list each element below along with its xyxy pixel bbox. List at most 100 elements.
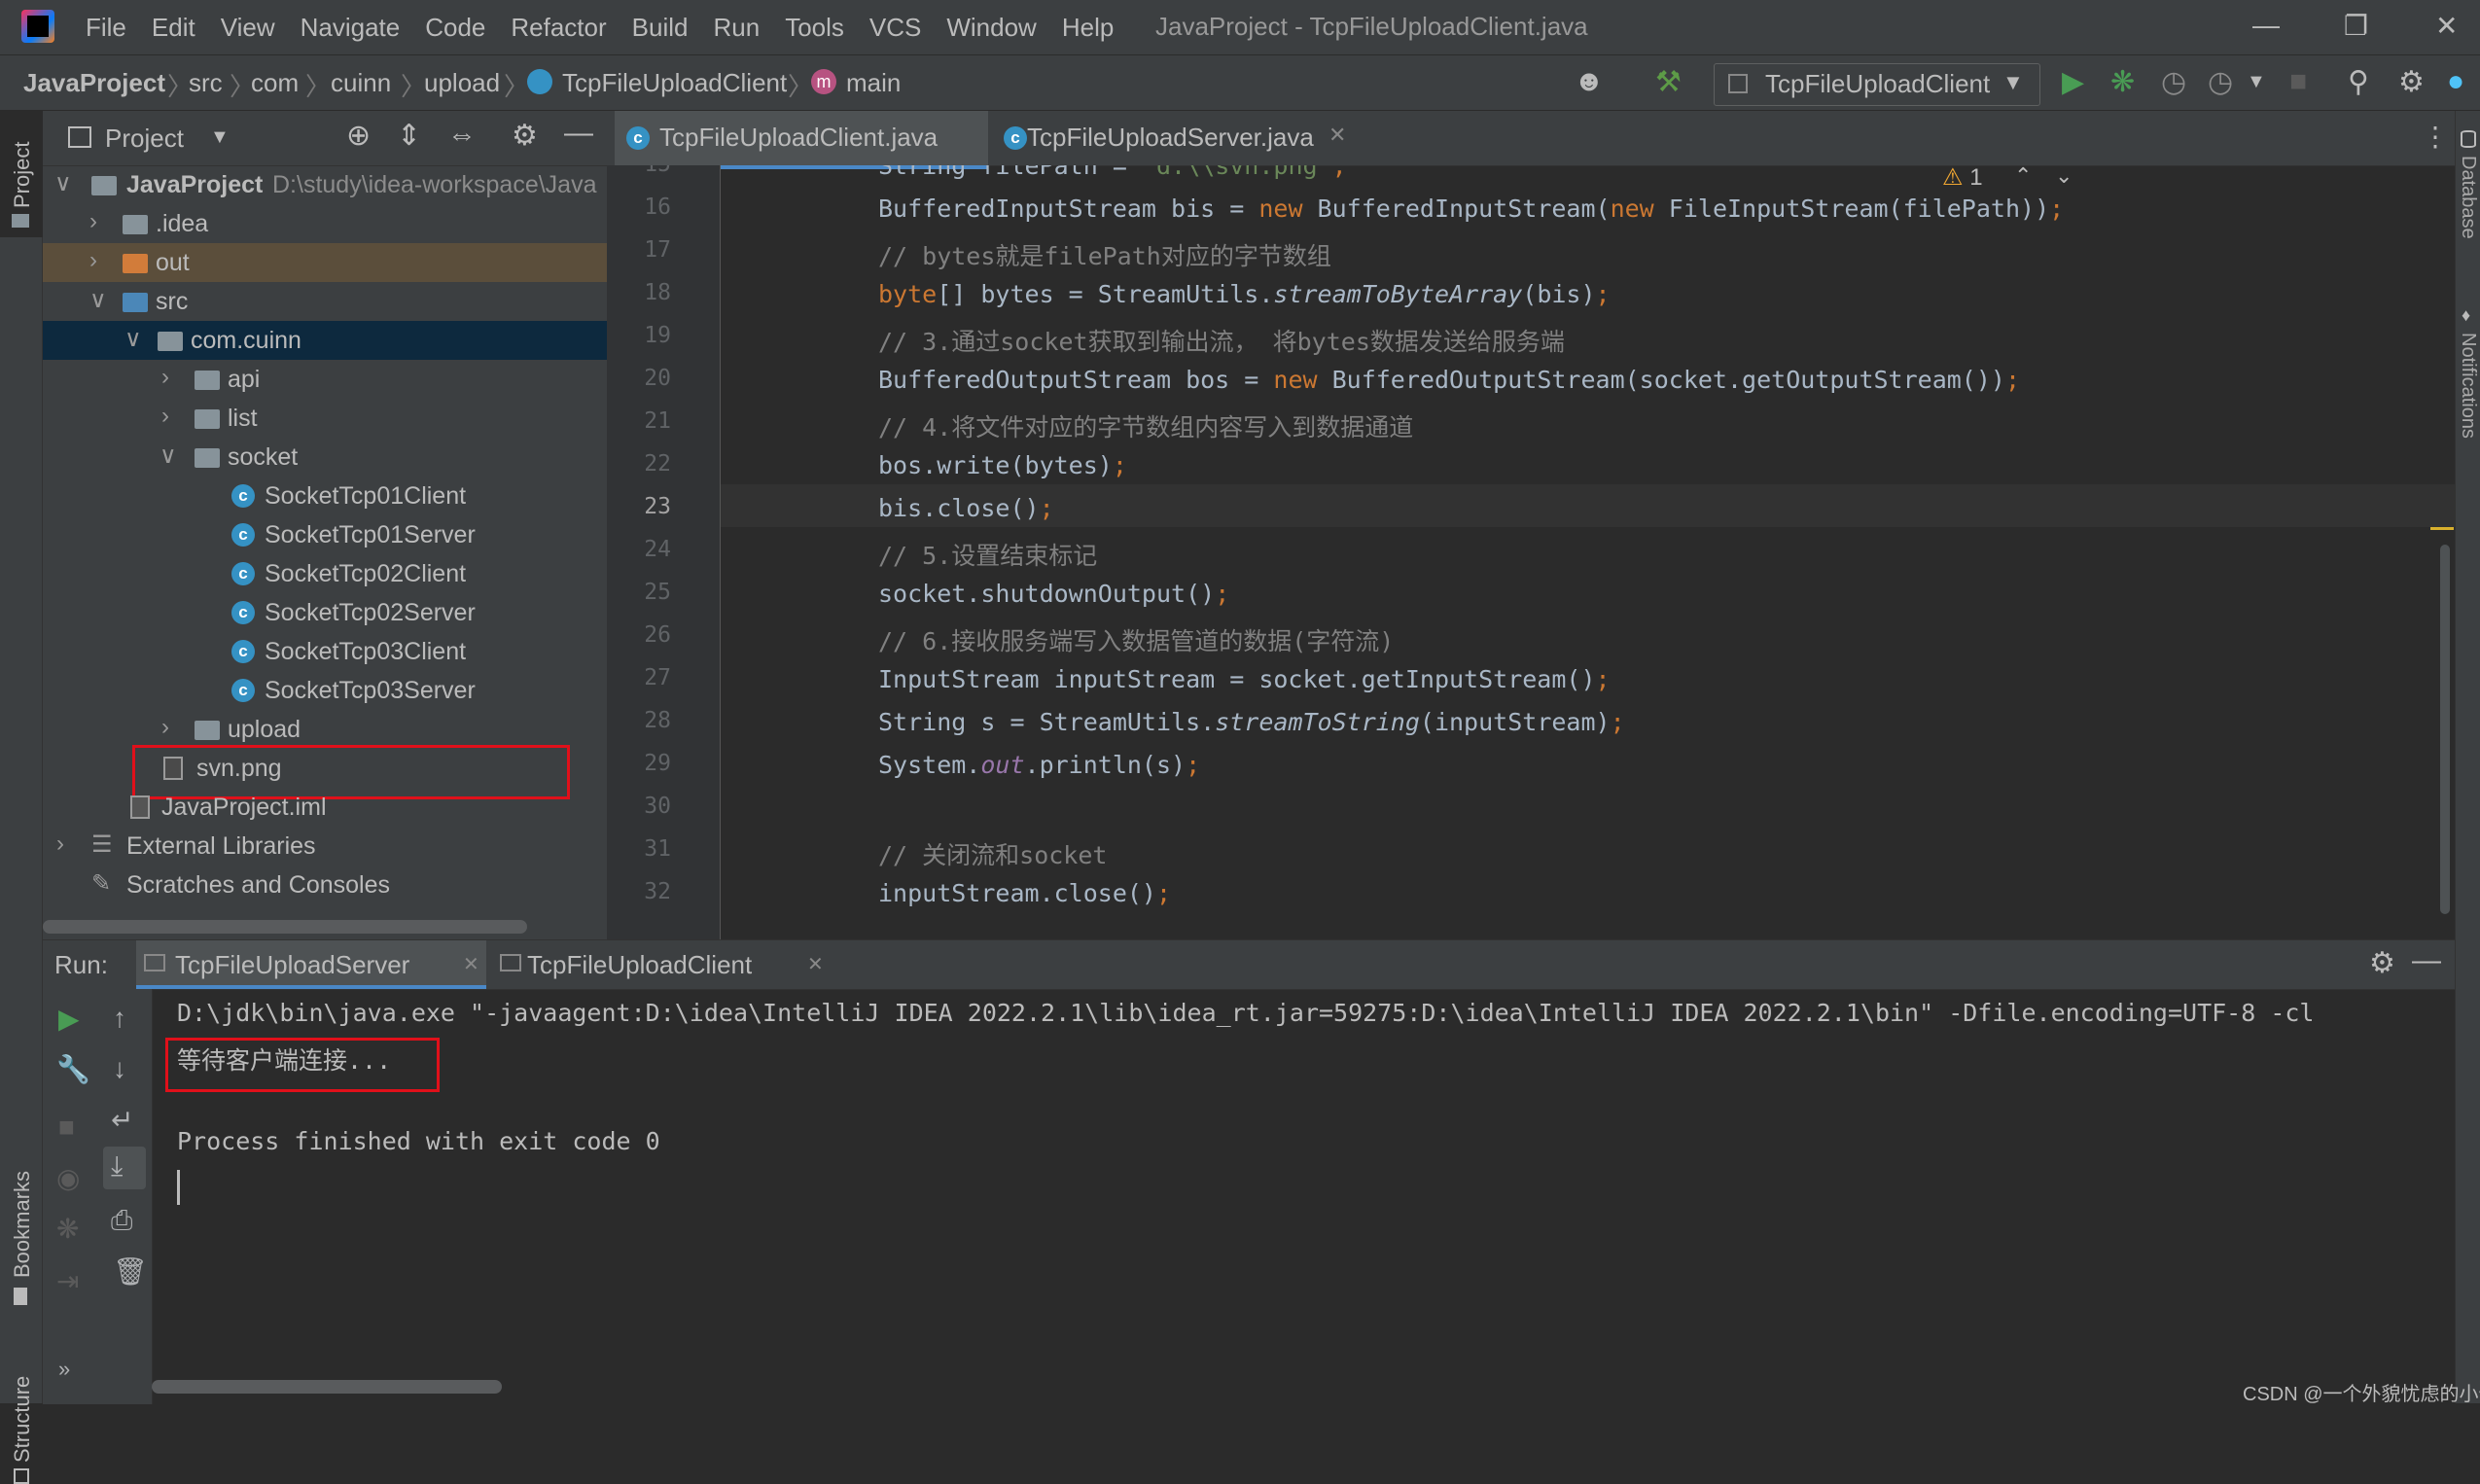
arrow-down-icon[interactable]: ↓ xyxy=(113,1053,126,1084)
previous-highlight-icon[interactable]: ⌃ xyxy=(2014,165,2032,189)
close-icon[interactable]: ✕ xyxy=(463,952,479,976)
debug-icon[interactable]: ❋ xyxy=(2110,65,2135,99)
breadcrumb-upload[interactable]: upload xyxy=(424,68,500,98)
code-area[interactable]: ⚠ 1 ⌃ ⌄ String filePath = "d:\\svn.png";… xyxy=(721,165,2455,939)
menu-code[interactable]: Code xyxy=(425,13,485,43)
chevron-right-icon[interactable]: › xyxy=(89,247,97,274)
bookmarks-tool-label[interactable]: Bookmarks xyxy=(10,1171,35,1278)
menu-view[interactable]: View xyxy=(221,13,275,43)
settings-gear-icon[interactable]: ⚙ xyxy=(512,119,538,153)
tree-row-class[interactable]: c SocketTcp01Server xyxy=(43,515,607,554)
build-hammer-icon[interactable]: ⚒ xyxy=(1655,65,1682,99)
project-panel-title[interactable]: Project xyxy=(105,124,184,154)
chevron-right-icon[interactable]: › xyxy=(89,208,97,235)
breadcrumb-project[interactable]: JavaProject xyxy=(23,68,165,98)
collapse-all-icon[interactable]: ⇔ xyxy=(447,119,477,152)
tree-row-com-cuinn[interactable]: ∨ com.cuinn xyxy=(43,321,607,360)
tree-row-scratches[interactable]: ✎ Scratches and Consoles xyxy=(43,866,607,904)
breadcrumb-cuinn[interactable]: cuinn xyxy=(331,68,391,98)
expand-all-icon[interactable]: ⇕ xyxy=(397,119,421,153)
tree-row-class[interactable]: c SocketTcp02Client xyxy=(43,554,607,593)
tree-row-class[interactable]: c SocketTcp03Server xyxy=(43,671,607,710)
tree-row-class[interactable]: c SocketTcp02Server xyxy=(43,593,607,632)
close-icon[interactable]: ✕ xyxy=(807,952,824,976)
chevron-right-icon[interactable]: › xyxy=(161,364,169,391)
menu-build[interactable]: Build xyxy=(632,13,689,43)
restore-icon[interactable]: ❐ xyxy=(2344,10,2368,42)
jetbrains-toolbox-icon[interactable]: ● xyxy=(2447,65,2464,98)
tree-row-class[interactable]: c SocketTcp01Client xyxy=(43,477,607,515)
user-icon[interactable]: ☻ xyxy=(1574,65,1605,98)
soft-wrap-icon[interactable]: ↵ xyxy=(111,1104,133,1136)
tree-row-javaproject[interactable]: ∨ JavaProject D:\study\idea-workspace\Ja… xyxy=(43,165,607,204)
print-icon[interactable]: ⎙ xyxy=(111,1205,132,1237)
project-tool-label[interactable]: Project xyxy=(10,142,35,208)
chevron-down-icon[interactable]: ∨ xyxy=(54,169,72,197)
menu-run[interactable]: Run xyxy=(713,13,760,43)
arrow-up-icon[interactable]: ↑ xyxy=(113,1003,126,1034)
tree-row-list[interactable]: › list xyxy=(43,399,607,438)
tree-row-socket[interactable]: ∨ socket xyxy=(43,438,607,477)
exit-icon[interactable]: ⇥ xyxy=(56,1265,79,1297)
menu-window[interactable]: Window xyxy=(946,13,1036,43)
tree-row-iml[interactable]: JavaProject.iml xyxy=(43,788,607,827)
more-run-options-icon[interactable]: ▼ xyxy=(2247,71,2266,93)
expand-icon[interactable]: » xyxy=(58,1357,70,1382)
hide-panel-icon[interactable]: — xyxy=(564,117,593,150)
stop-icon[interactable]: ■ xyxy=(58,1112,75,1143)
menu-file[interactable]: File xyxy=(86,13,126,43)
menu-vcs[interactable]: VCS xyxy=(869,13,921,43)
menu-edit[interactable]: Edit xyxy=(152,13,195,43)
coverage-icon[interactable]: ◷ xyxy=(2161,65,2186,99)
scroll-to-end-button[interactable]: ⤓ xyxy=(103,1147,146,1189)
run-tab-server[interactable]: TcpFileUploadServer ✕ xyxy=(136,940,486,989)
chevron-down-icon[interactable]: ∨ xyxy=(89,286,107,314)
chevron-down-icon[interactable]: ∨ xyxy=(124,325,142,353)
settings-gear-icon[interactable]: ⚙ xyxy=(2398,65,2425,99)
menu-tools[interactable]: Tools xyxy=(785,13,844,43)
tree-row-api[interactable]: › api xyxy=(43,360,607,399)
close-icon[interactable]: ✕ xyxy=(2435,10,2458,42)
breadcrumb-src[interactable]: src xyxy=(189,68,223,98)
settings-gear-icon[interactable]: ⚙ xyxy=(2369,946,2395,980)
console-output[interactable]: D:\jdk\bin\java.exe "-javaagent:D:\idea\… xyxy=(152,989,2480,1405)
more-tabs-icon[interactable]: ⋮ xyxy=(2422,121,2449,153)
chevron-right-icon[interactable]: › xyxy=(161,403,169,430)
run-icon[interactable]: ▶ xyxy=(2062,65,2084,99)
tree-row-external-libraries[interactable]: › ☰ External Libraries xyxy=(43,827,607,866)
locate-file-icon[interactable]: ⊕ xyxy=(346,119,371,153)
menu-help[interactable]: Help xyxy=(1062,13,1114,43)
wrench-icon[interactable]: 🔧 xyxy=(56,1053,90,1085)
tab-client[interactable]: c TcpFileUploadClient.java xyxy=(615,111,988,169)
search-icon[interactable]: ⚲ xyxy=(2348,65,2369,99)
database-tool-label[interactable]: Database xyxy=(2457,156,2479,239)
menu-refactor[interactable]: Refactor xyxy=(511,13,606,43)
close-icon[interactable]: ✕ xyxy=(1329,123,1346,148)
chevron-right-icon[interactable]: › xyxy=(161,714,169,741)
rerun-icon[interactable]: ▶ xyxy=(58,1003,80,1035)
tree-row-idea[interactable]: › .idea xyxy=(43,204,607,243)
hide-panel-icon[interactable]: — xyxy=(2412,944,2441,977)
minimize-icon[interactable]: — xyxy=(2252,10,2280,41)
tree-row-class[interactable]: c SocketTcp03Client xyxy=(43,632,607,671)
breadcrumb-class[interactable]: TcpFileUploadClient xyxy=(562,68,787,98)
tree-row-src[interactable]: ∨ src xyxy=(43,282,607,321)
profiler-icon[interactable]: ◷ xyxy=(2208,65,2233,99)
stop-icon[interactable]: ■ xyxy=(2289,65,2307,98)
breadcrumb-method[interactable]: main xyxy=(846,68,901,98)
notifications-tool-label[interactable]: Notifications xyxy=(2457,333,2479,439)
tree-row-upload[interactable]: › upload xyxy=(43,710,607,749)
tab-server[interactable]: c TcpFileUploadServer.java ✕ xyxy=(992,111,1383,165)
run-configuration-select[interactable]: TcpFileUploadClient ▼ xyxy=(1714,63,2040,106)
trash-icon[interactable]: 🗑 xyxy=(113,1255,148,1288)
structure-tool-label[interactable]: Structure xyxy=(10,1376,35,1463)
chevron-down-icon[interactable]: ∨ xyxy=(159,442,177,470)
chevron-right-icon[interactable]: › xyxy=(56,830,64,858)
warning-indicator[interactable]: ⚠ 1 xyxy=(1942,165,1983,192)
breadcrumb-com[interactable]: com xyxy=(251,68,299,98)
menu-navigate[interactable]: Navigate xyxy=(301,13,401,43)
next-highlight-icon[interactable]: ⌄ xyxy=(2055,165,2073,189)
horizontal-scrollbar[interactable] xyxy=(43,920,527,934)
run-tab-client[interactable]: TcpFileUploadClient ✕ xyxy=(486,940,836,989)
warning-marker[interactable] xyxy=(2430,527,2454,530)
